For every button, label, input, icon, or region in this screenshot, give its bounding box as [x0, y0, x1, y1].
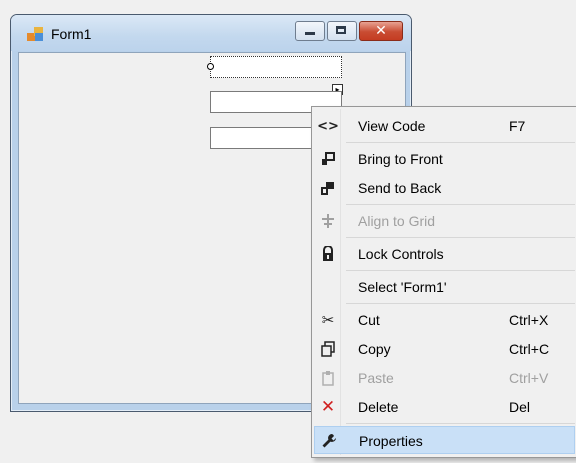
paste-icon [318, 368, 338, 388]
bring-to-front-icon [318, 149, 338, 169]
menu-item-cut[interactable]: ✂ Cut Ctrl+X [314, 306, 575, 334]
menu-item-properties[interactable]: Properties [314, 426, 575, 454]
minimize-button[interactable] [295, 21, 325, 41]
menu-item-send-to-back[interactable]: Send to Back [314, 174, 575, 202]
menu-item-label: Bring to Front [358, 151, 443, 167]
menu-item-label: Select 'Form1' [358, 279, 447, 295]
title-bar[interactable]: Form1 ✕ [11, 15, 411, 51]
menu-separator [346, 204, 575, 205]
delete-icon: ✕ [320, 397, 336, 417]
menu-separator [346, 142, 575, 143]
copy-icon [318, 339, 338, 359]
code-icon: <> [317, 118, 339, 134]
maximize-button[interactable] [327, 21, 357, 41]
close-icon: ✕ [375, 23, 387, 39]
menu-item-align-to-grid[interactable]: Align to Grid [314, 207, 575, 235]
align-grid-icon [318, 211, 338, 231]
menu-item-shortcut: F7 [509, 118, 526, 134]
menu-item-label: Paste [358, 370, 394, 386]
menu-item-label: Lock Controls [358, 246, 444, 262]
menu-item-delete[interactable]: ✕ Delete Del [314, 393, 575, 421]
menu-item-label: View Code [358, 118, 426, 134]
menu-item-shortcut: Del [509, 399, 531, 415]
menu-item-copy[interactable]: Copy Ctrl+C [314, 335, 575, 363]
window-title: Form1 [51, 26, 92, 42]
menu-item-view-code[interactable]: <> View Code F7 [314, 112, 575, 140]
minimize-icon [305, 32, 315, 35]
context-menu: <> View Code F7 Bring to Front Send to B… [311, 106, 576, 458]
lock-icon [318, 244, 338, 264]
menu-item-label: Copy [358, 341, 391, 357]
form-app-icon [27, 27, 43, 41]
menu-separator [346, 423, 575, 424]
menu-item-shortcut: Ctrl+C [509, 341, 550, 357]
caption-buttons: ✕ [293, 21, 403, 41]
menu-separator [346, 237, 575, 238]
menu-item-shortcut: Ctrl+X [509, 312, 549, 328]
send-to-back-icon [318, 178, 338, 198]
menu-item-label: Align to Grid [358, 213, 436, 229]
menu-item-label: Properties [359, 433, 423, 449]
close-button[interactable]: ✕ [359, 21, 403, 41]
menu-item-lock-controls[interactable]: Lock Controls [314, 240, 575, 268]
menu-separator [346, 270, 575, 271]
scissors-icon: ✂ [321, 311, 335, 329]
menu-item-shortcut: Ctrl+V [509, 370, 549, 386]
menu-item-label: Delete [358, 399, 399, 415]
menu-item-select-form1[interactable]: Select 'Form1' [314, 273, 575, 301]
menu-item-label: Cut [358, 312, 380, 328]
maximize-icon [336, 26, 346, 34]
menu-item-bring-to-front[interactable]: Bring to Front [314, 145, 575, 173]
resize-handle-left[interactable] [207, 63, 214, 70]
menu-separator [346, 303, 575, 304]
textbox-1-selected[interactable] [210, 56, 342, 78]
menu-item-paste[interactable]: Paste Ctrl+V [314, 364, 575, 392]
wrench-icon [319, 431, 339, 451]
menu-item-label: Send to Back [358, 180, 442, 196]
